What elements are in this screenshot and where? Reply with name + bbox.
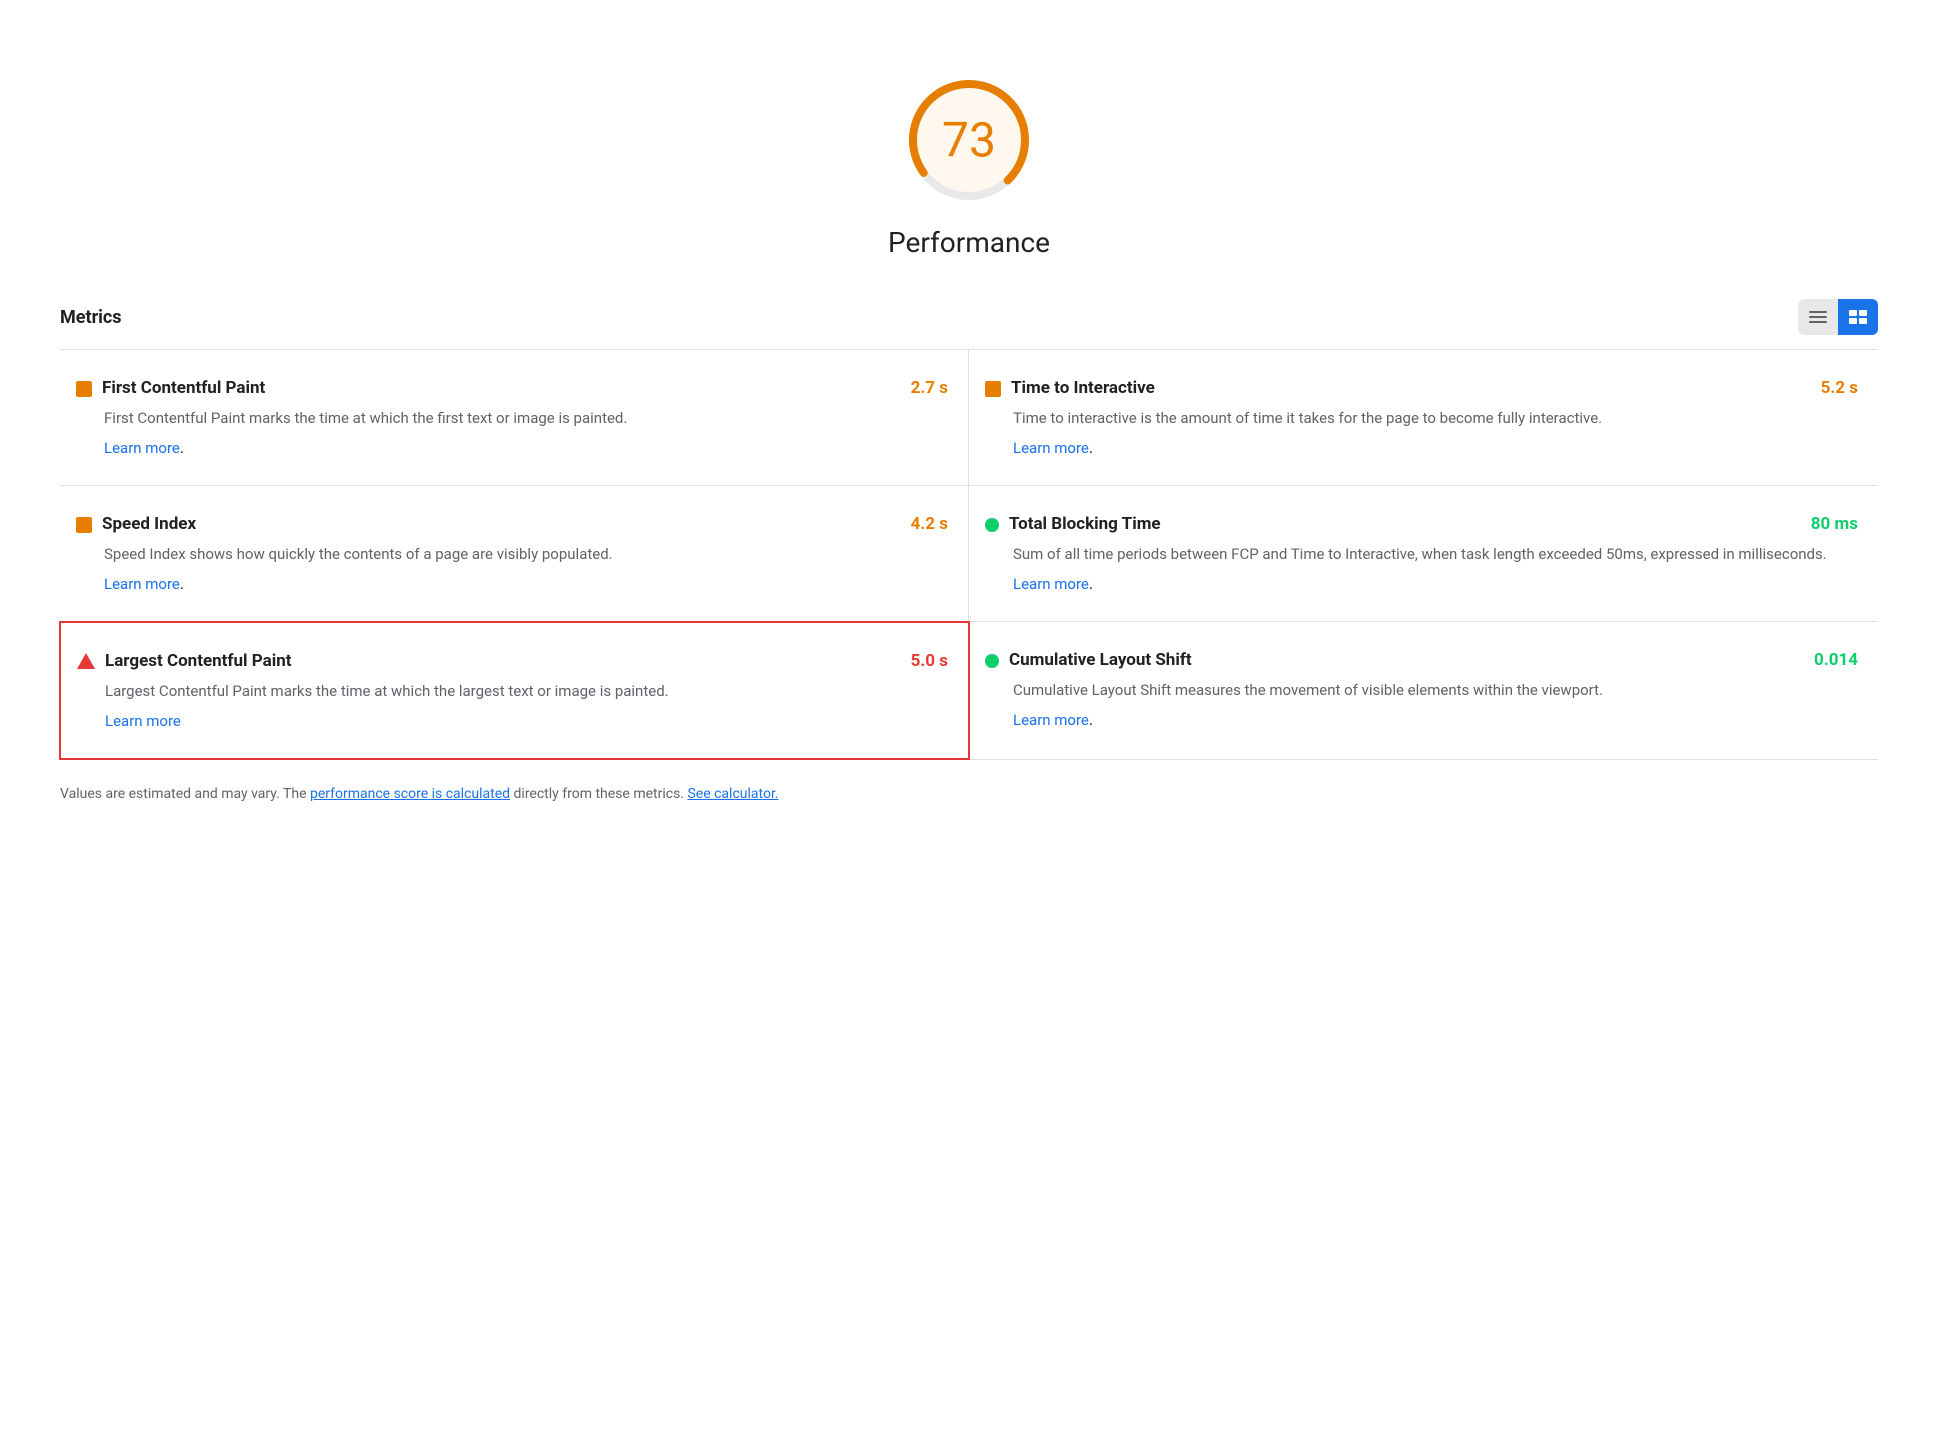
metrics-section: Metrics — [60, 299, 1878, 760]
metric-tbt: Total Blocking Time 80 ms Sum of all tim… — [969, 486, 1878, 622]
tti-icon — [985, 381, 1001, 397]
metric-cls: Cumulative Layout Shift 0.014 Cumulative… — [969, 622, 1878, 759]
si-description: Speed Index shows how quickly the conten… — [104, 542, 948, 566]
calculator-link[interactable]: See calculator. — [687, 786, 778, 802]
metric-fcp: First Contentful Paint 2.7 s First Conte… — [60, 350, 969, 486]
score-section: 73 Performance — [60, 40, 1878, 259]
tti-period: . — [1089, 438, 1093, 457]
lcp-description: Largest Contentful Paint marks the time … — [105, 679, 948, 703]
footer-text-before: Values are estimated and may vary. The — [60, 786, 310, 802]
tbt-title: Total Blocking Time — [1009, 514, 1785, 534]
footer-note: Values are estimated and may vary. The p… — [60, 784, 1878, 805]
fcp-icon — [76, 381, 92, 397]
si-icon — [76, 517, 92, 533]
metrics-grid: First Contentful Paint 2.7 s First Conte… — [60, 350, 1878, 760]
cls-description: Cumulative Layout Shift measures the mov… — [1013, 678, 1858, 702]
tbt-description: Sum of all time periods between FCP and … — [1013, 542, 1858, 566]
cls-period: . — [1089, 710, 1093, 729]
lcp-learn-more[interactable]: Learn more — [105, 712, 181, 730]
tti-learn-more[interactable]: Learn more — [1013, 439, 1089, 457]
score-label: Performance — [888, 226, 1050, 259]
lcp-value: 5.0 s — [911, 651, 948, 671]
cls-value: 0.014 — [1814, 650, 1858, 670]
metric-lcp: Largest Contentful Paint 5.0 s Largest C… — [59, 621, 970, 760]
tti-value: 5.2 s — [1821, 378, 1858, 398]
lcp-icon — [77, 653, 95, 669]
score-circle: 73 — [899, 70, 1039, 210]
si-learn-more[interactable]: Learn more — [104, 575, 180, 593]
footer-text-middle: directly from these metrics. — [510, 786, 687, 802]
metrics-title: Metrics — [60, 307, 122, 328]
si-period: . — [180, 574, 184, 593]
list-view-button[interactable] — [1798, 299, 1838, 335]
tti-description: Time to interactive is the amount of tim… — [1013, 406, 1858, 430]
fcp-description: First Contentful Paint marks the time at… — [104, 406, 948, 430]
fcp-value: 2.7 s — [911, 378, 948, 398]
score-value: 73 — [942, 112, 996, 169]
cls-title: Cumulative Layout Shift — [1009, 650, 1788, 670]
tbt-period: . — [1089, 574, 1093, 593]
detail-view-button[interactable] — [1838, 299, 1878, 335]
fcp-period: . — [180, 438, 184, 457]
cls-icon — [985, 654, 999, 668]
metric-tti: Time to Interactive 5.2 s Time to intera… — [969, 350, 1878, 486]
cls-learn-more[interactable]: Learn more — [1013, 711, 1089, 729]
tbt-value: 80 ms — [1811, 514, 1858, 534]
tbt-learn-more[interactable]: Learn more — [1013, 575, 1089, 593]
performance-score-link[interactable]: performance score is calculated — [310, 786, 510, 802]
metric-si: Speed Index 4.2 s Speed Index shows how … — [60, 486, 969, 622]
fcp-title: First Contentful Paint — [102, 378, 885, 398]
tti-title: Time to Interactive — [1011, 378, 1795, 398]
si-title: Speed Index — [102, 514, 885, 534]
lcp-title: Largest Contentful Paint — [105, 651, 885, 671]
si-value: 4.2 s — [911, 514, 948, 534]
fcp-learn-more[interactable]: Learn more — [104, 439, 180, 457]
metrics-header: Metrics — [60, 299, 1878, 350]
view-toggle — [1798, 299, 1878, 335]
tbt-icon — [985, 518, 999, 532]
